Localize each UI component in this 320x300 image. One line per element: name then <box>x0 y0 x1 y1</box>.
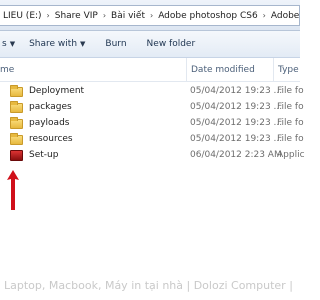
breadcrumb-share-vip[interactable]: Share VIP <box>52 11 101 21</box>
setup-application-icon <box>10 150 23 161</box>
breadcrumb-separator-icon[interactable]: › <box>101 11 108 20</box>
chevron-down-icon: ▼ <box>9 40 16 48</box>
column-header-date-modified[interactable]: Date modified <box>186 58 255 82</box>
organize-button[interactable]: s ▼ <box>2 34 15 54</box>
breadcrumb-separator-icon[interactable]: › <box>261 11 268 20</box>
folder-icon <box>10 132 23 145</box>
file-name-cell: payloads <box>10 116 69 131</box>
file-name-cell: resources <box>10 132 73 147</box>
folder-icon <box>10 100 23 113</box>
breadcrumb-separator-icon[interactable]: › <box>148 11 155 20</box>
column-header-name[interactable]: me <box>0 58 14 82</box>
new-folder-label: New folder <box>146 39 196 49</box>
breadcrumb-drive[interactable]: LIEU (E:) <box>0 11 45 21</box>
file-name-cell: Deployment <box>10 84 84 99</box>
file-name: Deployment <box>29 86 85 96</box>
file-type: Applic <box>277 150 305 160</box>
file-name: Set-up <box>29 150 59 160</box>
new-folder-button[interactable]: New folder <box>147 34 196 54</box>
file-date: 05/04/2012 19:23 ... <box>190 86 283 96</box>
red-arrow-icon <box>7 170 19 210</box>
share-with-button[interactable]: Share with ▼ <box>29 34 85 54</box>
file-row-set-up[interactable]: Set-up 06/04/2012 2:23 AM Applic <box>0 148 305 163</box>
breadcrumb-separator-icon[interactable]: › <box>45 11 52 20</box>
file-type: File fo <box>277 118 304 128</box>
breadcrumb-adobe-photoshop[interactable]: Adobe photoshop CS6 <box>155 11 260 21</box>
file-date: 06/04/2012 2:23 AM <box>190 150 282 160</box>
organize-label: s <box>2 39 7 49</box>
command-toolbar: s ▼ Share with ▼ Burn New folder <box>0 31 300 58</box>
file-date: 05/04/2012 19:23 ... <box>190 134 283 144</box>
breadcrumb[interactable]: LIEU (E:) › Share VIP › Bài viết › Adobe… <box>0 5 300 26</box>
file-name-cell: Set-up <box>10 148 58 163</box>
file-row-payloads[interactable]: payloads 05/04/2012 19:23 ... File fo <box>0 116 304 131</box>
column-header-type[interactable]: Type <box>273 58 299 82</box>
file-row-packages[interactable]: packages 05/04/2012 19:23 ... File fo <box>0 100 304 115</box>
file-date: 05/04/2012 19:23 ... <box>190 118 283 128</box>
breadcrumb-bai-viet[interactable]: Bài viết <box>108 11 148 21</box>
file-row-deployment[interactable]: Deployment 05/04/2012 19:23 ... File fo <box>0 84 304 99</box>
file-date: 05/04/2012 19:23 ... <box>190 102 283 112</box>
column-header-row: me Date modified Type <box>0 58 300 82</box>
burn-button[interactable]: Burn <box>105 34 126 54</box>
breadcrumb-adobe-cs6[interactable]: Adobe CS6 <box>268 11 299 21</box>
file-type: File fo <box>277 102 304 112</box>
watermark-text: Laptop, Macbook, Máy in tại nhà | Dolozi… <box>4 279 293 292</box>
burn-label: Burn <box>105 39 127 49</box>
address-bar: LIEU (E:) › Share VIP › Bài viết › Adobe… <box>0 0 300 31</box>
file-name: payloads <box>29 118 70 128</box>
file-row-resources[interactable]: resources 05/04/2012 19:23 ... File fo <box>0 132 304 147</box>
folder-icon <box>10 116 23 129</box>
file-type: File fo <box>277 134 304 144</box>
share-with-label: Share with <box>29 39 78 49</box>
file-name: resources <box>29 134 73 144</box>
folder-icon <box>10 84 23 97</box>
file-name: packages <box>29 102 72 112</box>
file-type: File fo <box>277 86 304 96</box>
chevron-down-icon: ▼ <box>80 40 86 48</box>
file-name-cell: packages <box>10 100 72 115</box>
